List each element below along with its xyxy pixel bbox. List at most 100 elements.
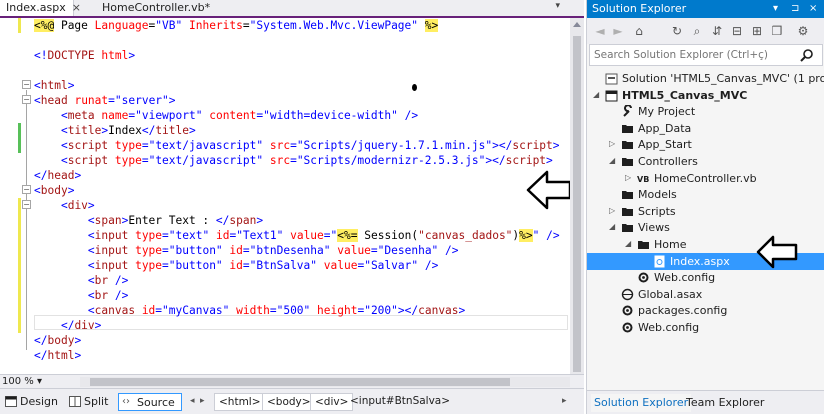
mouse-cursor-dot: [412, 84, 417, 91]
expanded-twisty-icon[interactable]: ◢: [625, 240, 633, 248]
code-token: body: [47, 334, 75, 347]
tree-item[interactable]: App_Data: [587, 120, 824, 137]
expanded-twisty-icon[interactable]: ◢: [609, 223, 617, 231]
tree-item[interactable]: Global.asax: [587, 286, 824, 303]
breadcrumb-div[interactable]: <div>: [310, 393, 354, 411]
expanded-twisty-icon[interactable]: ◢: [593, 90, 601, 99]
collapsed-twisty-icon[interactable]: ▷: [609, 206, 617, 215]
window-position-dropdown-icon[interactable]: ▾: [773, 0, 778, 18]
back-icon[interactable]: ◄: [593, 23, 607, 39]
expanded-twisty-icon[interactable]: ◢: [609, 157, 617, 165]
tab-team-explorer[interactable]: Team Explorer: [683, 394, 767, 412]
filter-icon[interactable]: ⌕: [689, 23, 705, 39]
close-icon[interactable]: ×: [72, 1, 81, 14]
tab-solution-explorer[interactable]: Solution Explorer: [591, 394, 692, 412]
code-line[interactable]: <!DOCTYPE html>: [34, 48, 135, 63]
code-line[interactable]: <div>: [34, 198, 95, 213]
show-all-files-icon[interactable]: ⊞: [749, 23, 765, 39]
properties-wrench-icon[interactable]: ⚙: [795, 23, 811, 39]
tree-item[interactable]: Solution 'HTML5_Canvas_MVC' (1 project): [587, 70, 824, 87]
code-line[interactable]: <meta name="viewport" content="width=dev…: [34, 108, 418, 123]
tree-item[interactable]: Models: [587, 186, 824, 203]
collapse-icon[interactable]: −: [22, 95, 31, 104]
scrollbar-thumb[interactable]: [573, 36, 581, 372]
code-token: canvas: [94, 304, 136, 317]
code-line[interactable]: <input type="text" id="Text1" value="<%=…: [34, 228, 560, 243]
code-line[interactable]: </html>: [34, 348, 81, 363]
pin-icon[interactable]: ⊐: [791, 0, 799, 18]
home-icon[interactable]: ⌂: [631, 23, 647, 39]
tree-item[interactable]: Web.config: [587, 319, 824, 336]
collapse-icon[interactable]: −: [22, 200, 31, 209]
zoom-selector[interactable]: 100 % ▾: [2, 376, 42, 388]
tree-item[interactable]: ▷ Scripts: [587, 203, 824, 220]
tree-item[interactable]: ▷ VB HomeController.vb: [587, 170, 824, 187]
tree-item[interactable]: ▷ App_Start: [587, 136, 824, 153]
collapse-icon[interactable]: −: [22, 80, 31, 89]
scrollbar-thumb[interactable]: [90, 378, 510, 386]
collapsed-twisty-icon[interactable]: ▷: [625, 173, 633, 182]
tab-homecontroller-vb[interactable]: HomeController.vb*: [96, 0, 210, 16]
tree-item[interactable]: ◢ HTML5_Canvas_MVC: [587, 87, 824, 104]
refresh-icon[interactable]: ↻: [669, 23, 685, 39]
collapse-icon[interactable]: −: [22, 185, 31, 194]
search-input[interactable]: [594, 47, 794, 63]
scroll-up-icon[interactable]: [573, 22, 581, 27]
search-icon[interactable]: [800, 48, 814, 62]
nav-forward-icon[interactable]: ▸: [200, 396, 205, 406]
outline-guide: [26, 90, 27, 350]
horizontal-scrollbar[interactable]: [80, 377, 570, 387]
code-line[interactable]: <script type="text/javascript" src="Scri…: [34, 153, 553, 168]
tab-overflow-dropdown-icon[interactable]: ▾: [555, 1, 560, 11]
close-icon[interactable]: ×: [809, 0, 817, 18]
breadcrumb-scroll-right-icon[interactable]: ▸: [562, 396, 567, 406]
code-line[interactable]: </body>: [34, 333, 81, 348]
code-editor[interactable]: − − − − <%@ Page Language="VB" Inherits=…: [0, 18, 570, 374]
sync-icon[interactable]: ⇵: [709, 23, 725, 39]
solution-explorer-title-bar: Solution Explorer ▾ ⊐ ×: [587, 0, 824, 18]
split-view-button[interactable]: Split: [66, 393, 116, 411]
vertical-scrollbar[interactable]: [570, 18, 584, 374]
forward-icon[interactable]: ►: [611, 23, 625, 39]
code-line[interactable]: <br />: [34, 288, 128, 303]
wrench-icon: [623, 105, 632, 117]
collapse-all-icon[interactable]: ⊟: [729, 23, 745, 39]
code-line[interactable]: <%@ Page Language="VB" Inherits="System.…: [34, 18, 439, 33]
code-token: >: [128, 49, 136, 62]
code-line[interactable]: </div>: [34, 318, 101, 333]
design-view-button[interactable]: Design: [2, 393, 60, 411]
tree-item[interactable]: packages.config: [587, 302, 824, 319]
code-token: =: [323, 229, 331, 242]
tree-item[interactable]: ◢ Controllers: [587, 153, 824, 170]
tree-item-label: App_Data: [638, 121, 692, 135]
code-token: </: [215, 214, 230, 227]
collapsed-twisty-icon[interactable]: ▷: [609, 140, 617, 148]
config-file-icon: [638, 272, 649, 283]
code-line[interactable]: <title>Index</title>: [34, 123, 196, 138]
code-line[interactable]: <body>: [34, 183, 74, 198]
code-line[interactable]: <input type="button" id="btnDesenha" val…: [34, 243, 459, 258]
code-line[interactable]: <canvas id="myCanvas" width="500" height…: [34, 303, 465, 318]
tab-index-aspx[interactable]: Index.aspx ×: [0, 0, 81, 16]
source-view-button[interactable]: ‹› Source: [118, 393, 182, 411]
preview-icon[interactable]: ❒: [769, 23, 785, 39]
code-line[interactable]: <script type="text/javascript" src="Scri…: [34, 138, 560, 153]
solution-search-box[interactable]: [589, 44, 823, 66]
code-token: =: [242, 19, 250, 32]
breadcrumb-body[interactable]: <body>: [262, 393, 316, 411]
tree-item-label: Global.asax: [638, 287, 703, 301]
code-line[interactable]: <input type="button" id="BtnSalva" value…: [34, 258, 438, 273]
code-line[interactable]: <html>: [34, 78, 74, 93]
code-line[interactable]: <br />: [34, 273, 128, 288]
code-line[interactable]: <span>Enter Text : </span>: [34, 213, 263, 228]
code-token: span: [229, 214, 257, 227]
tree-item[interactable]: My Project: [587, 103, 824, 120]
code-line[interactable]: <head runat="server">: [34, 93, 176, 108]
nav-back-icon[interactable]: ◂: [190, 396, 195, 406]
code-token: div: [67, 199, 88, 212]
tree-item[interactable]: Web.config: [587, 269, 824, 286]
code-line[interactable]: </head>: [34, 168, 81, 183]
breadcrumb-html[interactable]: <html>: [214, 393, 266, 411]
